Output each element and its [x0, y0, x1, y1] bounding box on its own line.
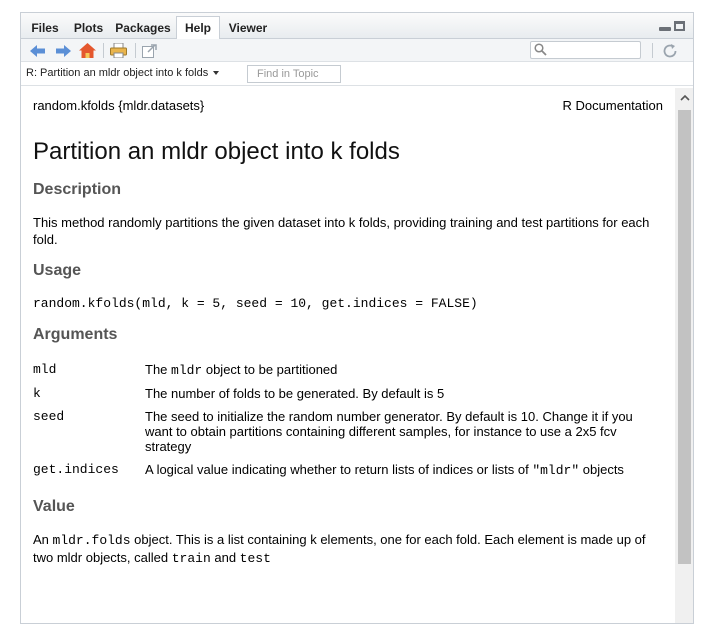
pane-tab-bar: Files Plots Packages Help Viewer — [21, 13, 693, 40]
arg-text: The number of folds to be generated. By … — [145, 386, 445, 401]
value-text-part: An — [33, 532, 53, 547]
arg-code: mldr — [171, 363, 203, 378]
description-text: This method randomly partitions the give… — [33, 215, 650, 247]
argument-description: A logical value indicating whether to re… — [145, 459, 663, 483]
back-arrow-icon[interactable] — [30, 42, 46, 59]
arg-code: "mldr" — [532, 463, 580, 478]
value-code-part: test — [239, 551, 271, 566]
arg-text: object to be partitioned — [202, 362, 338, 377]
maximize-icon[interactable] — [674, 21, 685, 31]
description-heading: Description — [33, 181, 122, 198]
argument-name: seed — [33, 409, 65, 424]
argument-description: The number of folds to be generated. By … — [145, 383, 663, 406]
doc-header-topic: random.kfolds {mldr.datasets} — [33, 98, 205, 113]
vertical-scrollbar[interactable] — [675, 88, 693, 623]
value-code-part: train — [171, 551, 211, 566]
value-text-part: and — [210, 550, 240, 565]
argument-name: k — [33, 386, 41, 401]
search-icon — [534, 43, 547, 56]
tab-viewer[interactable]: Viewer — [222, 16, 274, 39]
scrollbar-thumb[interactable] — [678, 110, 691, 564]
scroll-up-icon[interactable] — [675, 88, 693, 107]
argument-row: mld The mldr object to be partitioned — [33, 359, 663, 383]
arg-text: A logical value indicating whether to re… — [145, 462, 533, 477]
toolbar-separator — [103, 43, 104, 58]
help-pane: Files Plots Packages Help Viewer R: Part… — [20, 12, 694, 624]
topic-dropdown[interactable]: R: Partition an mldr object into k folds — [26, 67, 220, 79]
tab-files[interactable]: Files — [25, 16, 65, 39]
help-toolbar — [21, 39, 693, 62]
tab-packages[interactable]: Packages — [112, 16, 174, 39]
help-document: random.kfolds {mldr.datasets} R Document… — [21, 88, 675, 623]
argument-row: seed The seed to initialize the random n… — [33, 406, 663, 459]
print-icon[interactable] — [109, 42, 127, 59]
chevron-down-icon — [213, 71, 220, 75]
window-controls — [657, 20, 687, 34]
argument-row: k The number of folds to be generated. B… — [33, 383, 663, 406]
argument-name: get.indices — [33, 462, 119, 477]
topic-dropdown-label: R: Partition an mldr object into k folds — [26, 67, 209, 79]
doc-header-source: R Documentation — [562, 98, 663, 113]
arguments-heading: Arguments — [33, 326, 118, 343]
toolbar-separator — [135, 43, 136, 58]
forward-arrow-icon[interactable] — [55, 42, 71, 59]
argument-row: get.indices A logical value indicating w… — [33, 459, 663, 483]
usage-heading: Usage — [33, 262, 82, 279]
home-icon[interactable] — [78, 42, 96, 59]
topic-bar: R: Partition an mldr object into k folds — [21, 62, 693, 86]
arg-text: The — [145, 362, 172, 377]
page-title: Partition an mldr object into k folds — [33, 138, 400, 165]
usage-code: random.kfolds(mld, k = 5, seed = 10, get… — [33, 296, 478, 311]
minimize-icon[interactable] — [659, 27, 671, 31]
toolbar-separator — [652, 43, 653, 58]
arg-text: objects — [579, 462, 624, 477]
help-search-box[interactable] — [530, 41, 641, 59]
refresh-icon[interactable] — [661, 42, 679, 59]
argument-name: mld — [33, 362, 57, 377]
tab-help[interactable]: Help — [176, 16, 220, 40]
arguments-table: mld The mldr object to be partitioned k … — [33, 359, 663, 483]
help-search-input[interactable] — [549, 43, 637, 57]
value-heading: Value — [33, 498, 75, 515]
argument-description: The seed to initialize the random number… — [145, 406, 663, 459]
doc-header: random.kfolds {mldr.datasets} R Document… — [33, 98, 663, 118]
find-in-topic-input[interactable] — [247, 65, 341, 83]
value-code-part: mldr.folds — [52, 533, 131, 548]
popout-icon[interactable] — [141, 42, 157, 59]
value-text: An mldr.folds object. This is a list con… — [33, 531, 663, 567]
arg-text: The seed to initialize the random number… — [145, 409, 633, 454]
argument-description: The mldr object to be partitioned — [145, 359, 663, 383]
tab-plots[interactable]: Plots — [67, 16, 110, 39]
